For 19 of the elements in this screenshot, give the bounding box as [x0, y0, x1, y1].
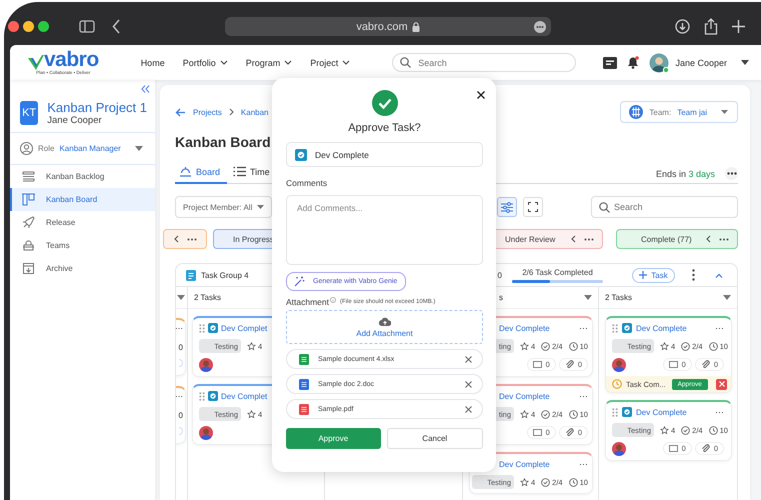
- deadline-text: Ends in 3 days: [656, 168, 715, 178]
- progress-label: 2/6 Task Completed: [522, 268, 593, 276]
- project-name: Kanban Project 1: [47, 100, 147, 115]
- page-title: Kanban Board: [175, 134, 272, 150]
- count-text: 0: [178, 343, 183, 352]
- project-avatar: KT: [20, 101, 38, 125]
- count-text: 0: [178, 411, 183, 420]
- dialog-title: Approve Task?: [348, 122, 421, 134]
- project-owner: Jane Cooper: [47, 115, 103, 126]
- logo-text: vabro: [44, 50, 99, 70]
- task-count: 0: [498, 270, 502, 280]
- attachment-label: Attachment: [286, 297, 329, 307]
- task-group-name: Task Group 4: [201, 270, 249, 280]
- task-field: Dev Complete: [286, 142, 483, 167]
- comments-label: Comments: [286, 178, 328, 188]
- task-count-heading: 2 Tasks: [605, 293, 632, 302]
- role-label: Role: [38, 144, 54, 153]
- task-count-heading: 2 Tasks: [194, 293, 221, 302]
- task-count-heading: s: [499, 293, 503, 302]
